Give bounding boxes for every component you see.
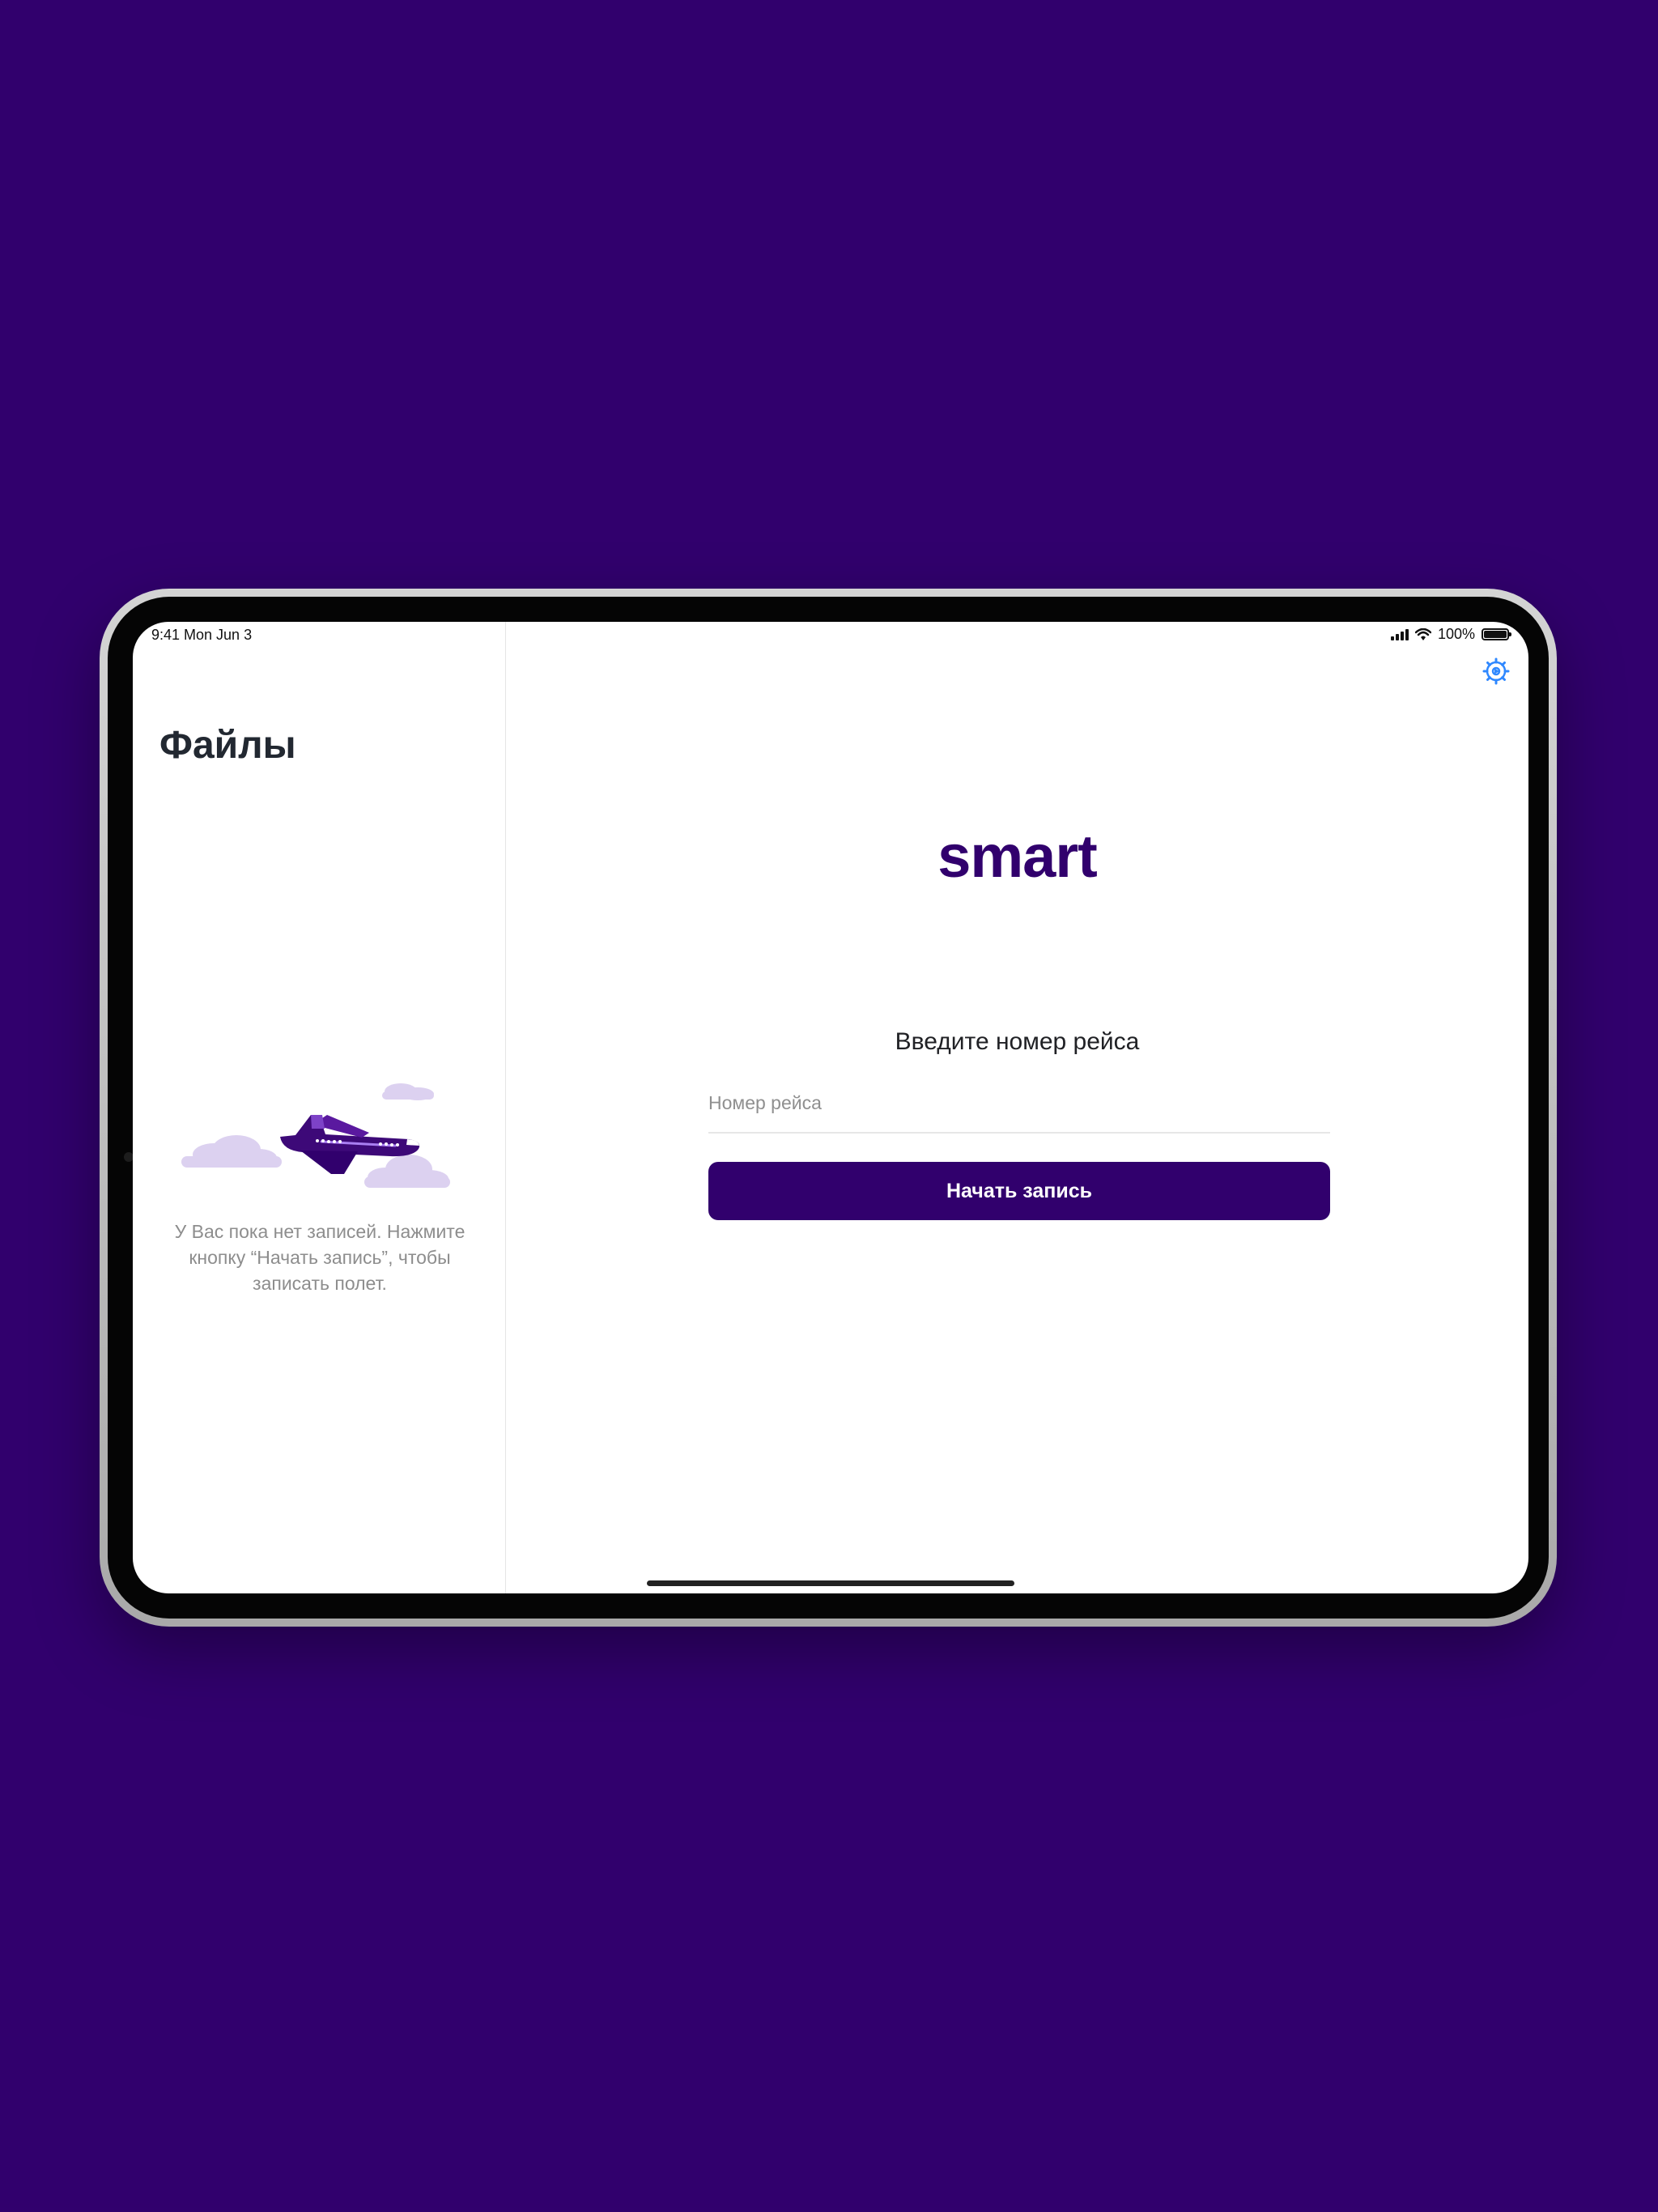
flight-number-input[interactable] [708, 1083, 1330, 1122]
gear-icon [1482, 657, 1510, 685]
start-recording-button[interactable]: Начать запись [708, 1162, 1330, 1220]
sidebar-title: Файлы [159, 724, 296, 767]
brand-logo: smart [937, 823, 1098, 890]
flight-number-prompt: Введите номер рейса [895, 1028, 1140, 1055]
flight-number-field [708, 1083, 1330, 1134]
app-screen: 9:41 Mon Jun 3 100% Файлы У Вас пока нет… [133, 622, 1528, 1593]
airplane-illustration [181, 1083, 450, 1188]
settings-button[interactable] [1482, 657, 1510, 685]
home-indicator [647, 1580, 1014, 1586]
empty-state-message: У Вас пока нет записей. Нажмите кнопку “… [174, 1221, 466, 1294]
main-content: smart Введите номер рейса Начать запись [506, 622, 1528, 1593]
files-sidebar: Файлы У Вас пока нет записей. Нажмите кн… [133, 622, 506, 1593]
